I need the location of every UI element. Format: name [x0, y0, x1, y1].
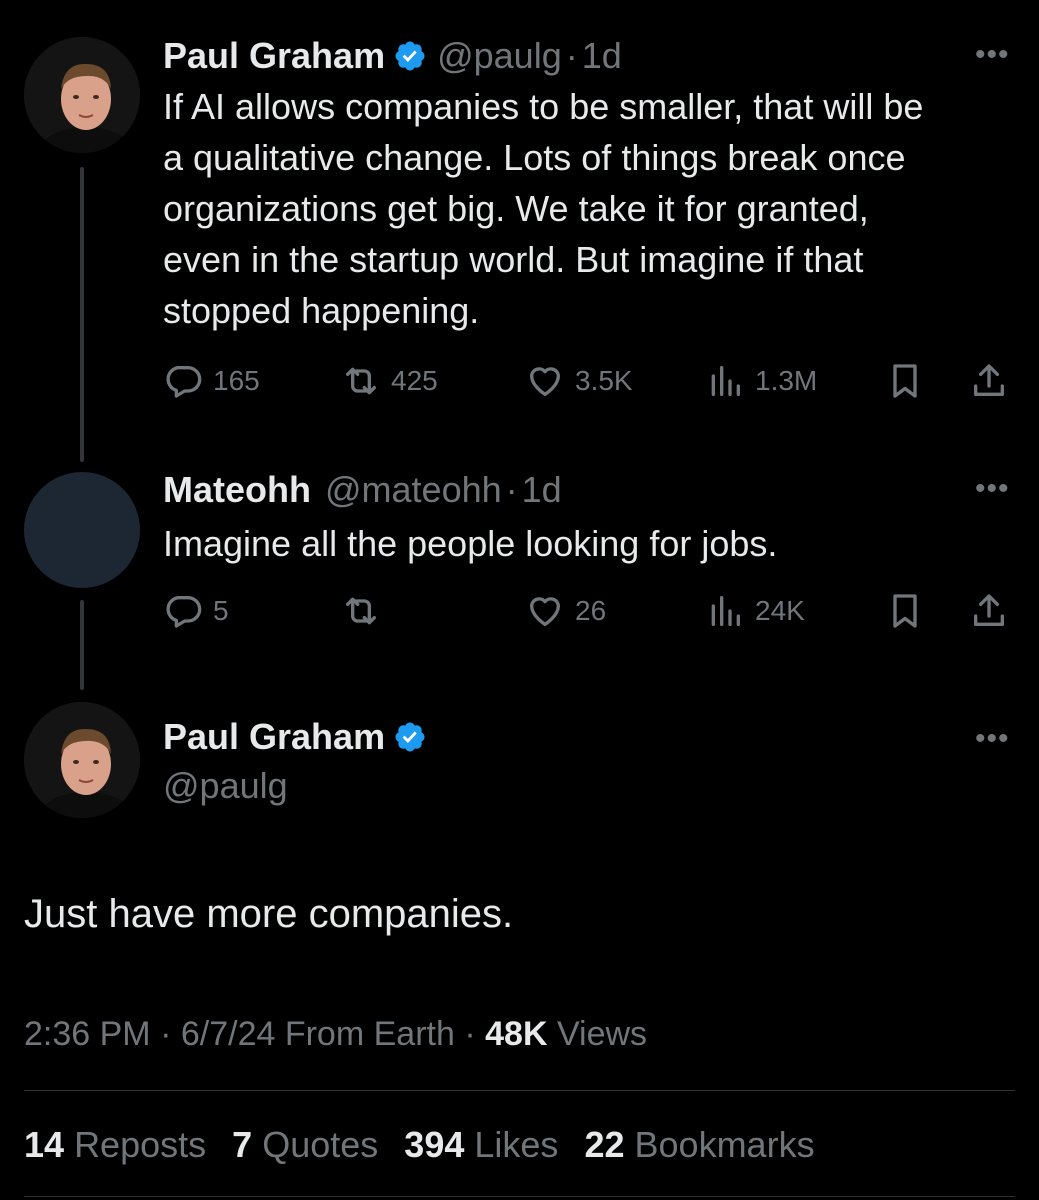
tweet2-header: Mateohh @mateohh · 1d [163, 467, 562, 513]
bookmarks-label: Bookmarks [634, 1124, 815, 1165]
reply-count: 5 [213, 595, 229, 626]
main-handle[interactable]: @paulg [163, 765, 288, 807]
like-button[interactable]: 26 [525, 591, 606, 631]
reply-icon [166, 366, 202, 398]
verified-badge-icon [395, 41, 425, 71]
likes-count: 394 [404, 1124, 465, 1165]
share-button[interactable] [969, 361, 1009, 401]
quotes-stat[interactable]: 7 Quotes [232, 1124, 378, 1165]
share-button[interactable] [969, 591, 1009, 631]
tweet2-text: Imagine all the people looking for jobs. [163, 523, 778, 564]
bookmarks-count: 22 [584, 1124, 625, 1165]
main-views-count: 48K [485, 1015, 548, 1053]
share-icon [974, 594, 1004, 626]
main-source: From Earth [284, 1015, 455, 1053]
reply-icon [166, 596, 202, 628]
reply-button[interactable]: 5 [163, 591, 229, 631]
like-icon [530, 597, 560, 626]
quotes-count: 7 [232, 1124, 253, 1165]
views-count: 1.3M [755, 365, 818, 396]
main-header: Paul Graham [163, 714, 437, 760]
main-text: Just have more companies. [24, 892, 514, 936]
views-icon [711, 366, 740, 396]
likes-label: Likes [474, 1124, 559, 1165]
main-views-label: Views [556, 1015, 648, 1053]
more-icon[interactable]: ••• [975, 472, 1010, 506]
divider [24, 1090, 1015, 1091]
repost-button[interactable]: 425 [341, 361, 438, 401]
views-count: 24K [755, 595, 805, 626]
tweet1-author-name[interactable]: Paul Graham [163, 35, 385, 77]
repost-count: 425 [391, 365, 438, 396]
quotes-label: Quotes [262, 1124, 379, 1165]
bookmark-icon [893, 594, 917, 628]
engagement-stats: 14 Reposts 7 Quotes 394 Likes 22 Bookmar… [24, 1124, 815, 1166]
meta-separator: · [160, 1015, 172, 1053]
tweet1-separator: · [565, 35, 578, 76]
thread-line [80, 600, 84, 690]
tweet1-text: If AI allows companies to be smaller, th… [163, 81, 1023, 336]
reposts-label: Reposts [74, 1124, 207, 1165]
tweet2-time[interactable]: 1d [522, 469, 562, 511]
tweet1-header: Paul Graham @paulg · 1d [163, 33, 622, 79]
bookmark-icon [893, 364, 917, 398]
tweet1-text-line: stopped happening. [163, 290, 480, 331]
divider [24, 1196, 1015, 1197]
reposts-count: 14 [24, 1124, 65, 1165]
tweet1-actions: 165 425 3.5K 1.3M [163, 360, 1013, 402]
tweet1-text-line: even in the startup world. But imagine i… [163, 239, 864, 280]
tweet1-handle[interactable]: @paulg [437, 35, 562, 77]
repost-icon [346, 367, 376, 395]
more-icon[interactable]: ••• [975, 722, 1010, 756]
bookmarks-stat[interactable]: 22 Bookmarks [584, 1124, 814, 1165]
main-time[interactable]: 2:36 PM [24, 1015, 151, 1053]
tweet1-text-line: a qualitative change. Lots of things bre… [163, 137, 906, 178]
tweet2-separator: · [505, 469, 518, 510]
repost-button[interactable] [341, 591, 391, 631]
bookmark-button[interactable] [885, 591, 925, 631]
main-author-name[interactable]: Paul Graham [163, 716, 385, 758]
views-button[interactable]: 1.3M [705, 361, 817, 401]
views-button[interactable]: 24K [705, 591, 805, 631]
tweet1-time[interactable]: 1d [582, 35, 622, 77]
more-icon[interactable]: ••• [975, 38, 1010, 72]
tweet2-actions: 5 26 24K [163, 590, 1013, 632]
avatar-paul-graham[interactable] [24, 37, 140, 153]
likes-stat[interactable]: 394 Likes [404, 1124, 558, 1165]
avatar-mateohh[interactable] [24, 472, 140, 588]
tweet2-handle[interactable]: @mateohh [325, 469, 502, 511]
reposts-stat[interactable]: 14 Reposts [24, 1124, 206, 1165]
like-count: 26 [575, 595, 607, 626]
tweet1-text-line: organizations get big. We take it for gr… [163, 188, 869, 229]
main-date[interactable]: 6/7/24 [181, 1015, 276, 1053]
tweet1-text-line: If AI allows companies to be smaller, th… [163, 86, 924, 127]
main-meta: 2:36 PM · 6/7/24 From Earth · 48K Views [24, 1015, 647, 1054]
thread-line [80, 167, 84, 462]
like-icon [530, 367, 560, 396]
reply-count: 165 [213, 365, 260, 396]
tweet2-author-name[interactable]: Mateohh [163, 469, 311, 511]
repost-icon [346, 597, 376, 625]
avatar-paul-graham[interactable] [24, 702, 140, 818]
bookmark-button[interactable] [885, 361, 925, 401]
verified-badge-icon [395, 722, 425, 752]
reply-button[interactable]: 165 [163, 361, 260, 401]
like-count: 3.5K [575, 365, 633, 396]
meta-separator: · [464, 1015, 476, 1053]
views-icon [711, 596, 740, 626]
share-icon [974, 364, 1004, 396]
like-button[interactable]: 3.5K [525, 361, 633, 401]
